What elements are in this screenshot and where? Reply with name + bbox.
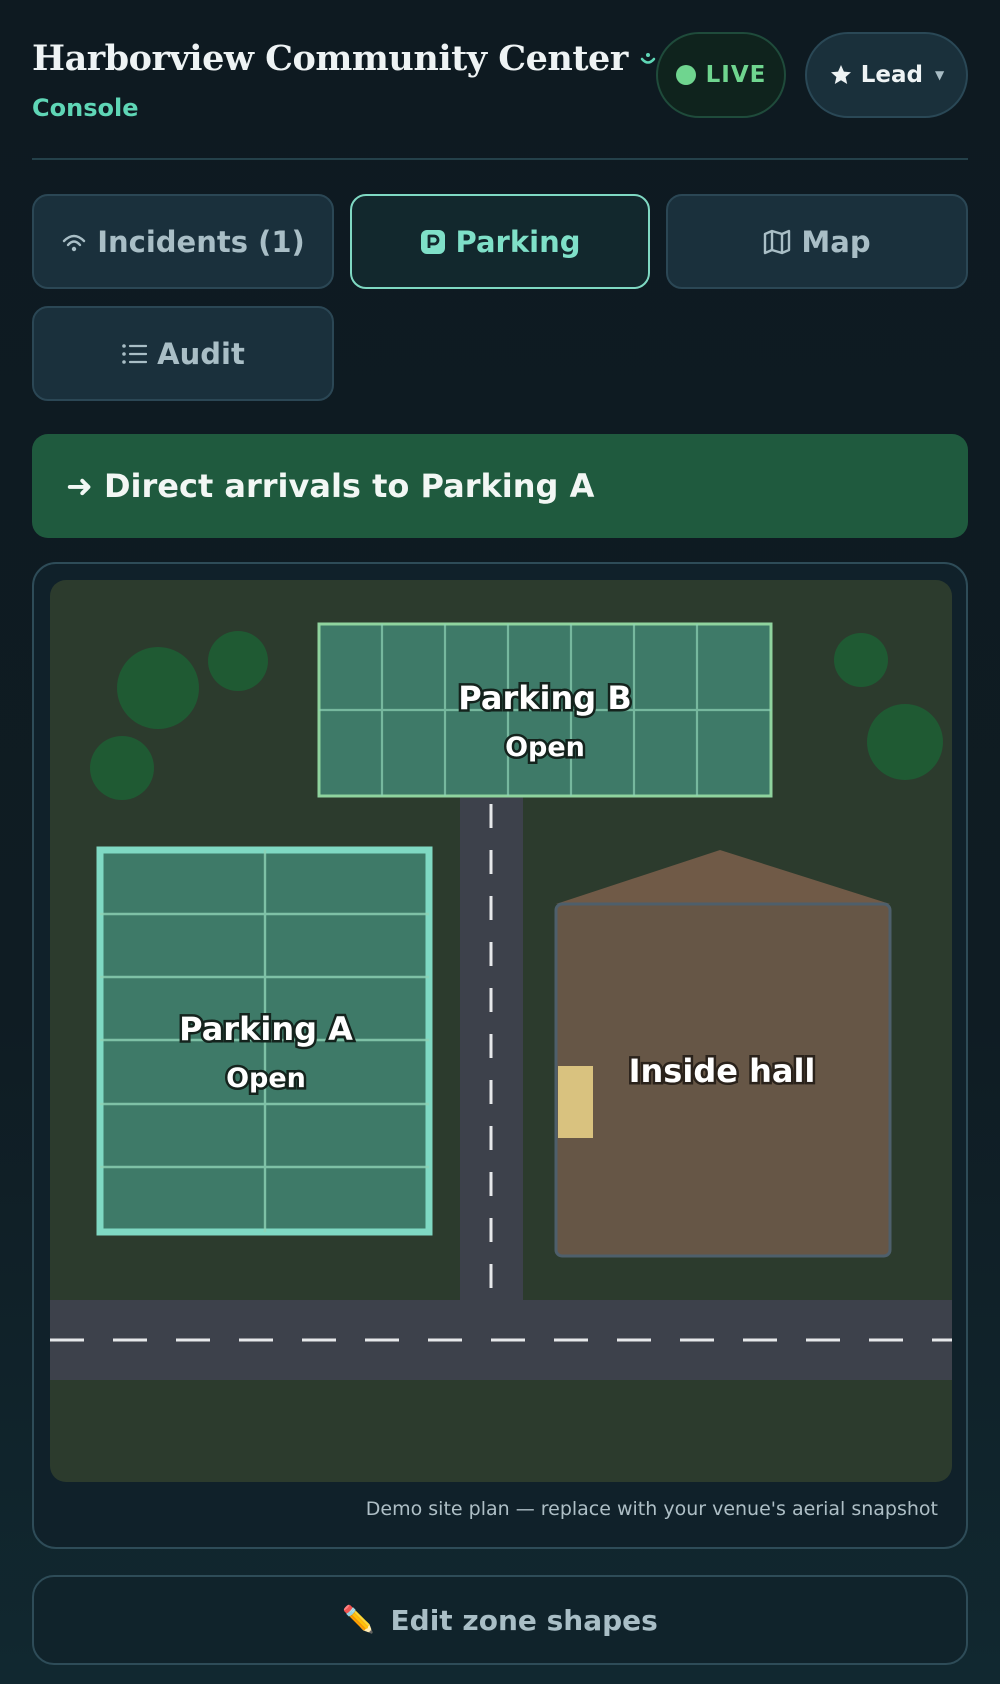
header: Harborview Community Center Console LIVE… <box>32 28 968 160</box>
pencil-icon: ✏️ <box>342 1605 375 1635</box>
role-label: Lead <box>860 62 923 88</box>
parking-b-label: Parking B <box>458 679 631 717</box>
chevron-down-icon: ▼ <box>935 68 945 82</box>
title-wrap: Harborview Community Center <box>32 38 658 79</box>
site-plan-map: Parking B Open Parking A Open Inside hal… <box>50 580 952 1482</box>
tab-map[interactable]: Map <box>666 194 968 289</box>
tab-parking-label: Parking <box>455 224 581 259</box>
tab-audit-label: Audit <box>157 336 245 371</box>
status-dot-icon <box>675 65 696 85</box>
driveway <box>460 796 523 1300</box>
live-label: LIVE <box>705 62 767 88</box>
tab-incidents-label: Incidents (1) <box>97 224 305 259</box>
role-dropdown-button[interactable]: Lead ▼ <box>805 32 968 118</box>
parking-icon <box>420 229 445 254</box>
page-title: Harborview Community Center <box>32 38 628 79</box>
tab-parking[interactable]: Parking <box>350 194 650 289</box>
parking-a-label: Parking A <box>179 1010 353 1048</box>
main-road <box>50 1300 952 1380</box>
live-status-badge: LIVE <box>656 32 786 118</box>
star-icon <box>830 65 851 84</box>
signal-icon <box>63 234 86 251</box>
tab-audit[interactable]: Audit <box>32 306 334 401</box>
hall-zone[interactable]: Inside hall <box>554 850 892 1258</box>
parking-b-status: Open <box>505 732 585 763</box>
edit-zone-shapes-button[interactable]: ✏️ Edit zone shapes <box>32 1575 968 1665</box>
hall-entrance <box>558 1066 593 1138</box>
banner-text: ➜ Direct arrivals to Parking A <box>66 467 595 505</box>
tab-incidents[interactable]: Incidents (1) <box>32 194 334 289</box>
list-icon <box>122 343 148 364</box>
parking-b-zone[interactable]: Parking B Open <box>317 622 773 798</box>
page-subtitle: Console <box>32 94 139 122</box>
map-icon <box>764 229 791 254</box>
arrival-direction-banner: ➜ Direct arrivals to Parking A <box>32 434 968 538</box>
parking-a-zone[interactable]: Parking A Open <box>96 846 433 1236</box>
hall-label: Inside hall <box>629 1052 816 1090</box>
smile-icon <box>640 52 656 64</box>
site-plan-caption: Demo site plan — replace with your venue… <box>365 1498 938 1520</box>
tab-map-label: Map <box>801 224 871 259</box>
edit-zone-shapes-label: Edit zone shapes <box>390 1603 658 1637</box>
parking-a-status: Open <box>226 1063 306 1094</box>
site-plan-card: Parking B Open Parking A Open Inside hal… <box>32 562 968 1549</box>
